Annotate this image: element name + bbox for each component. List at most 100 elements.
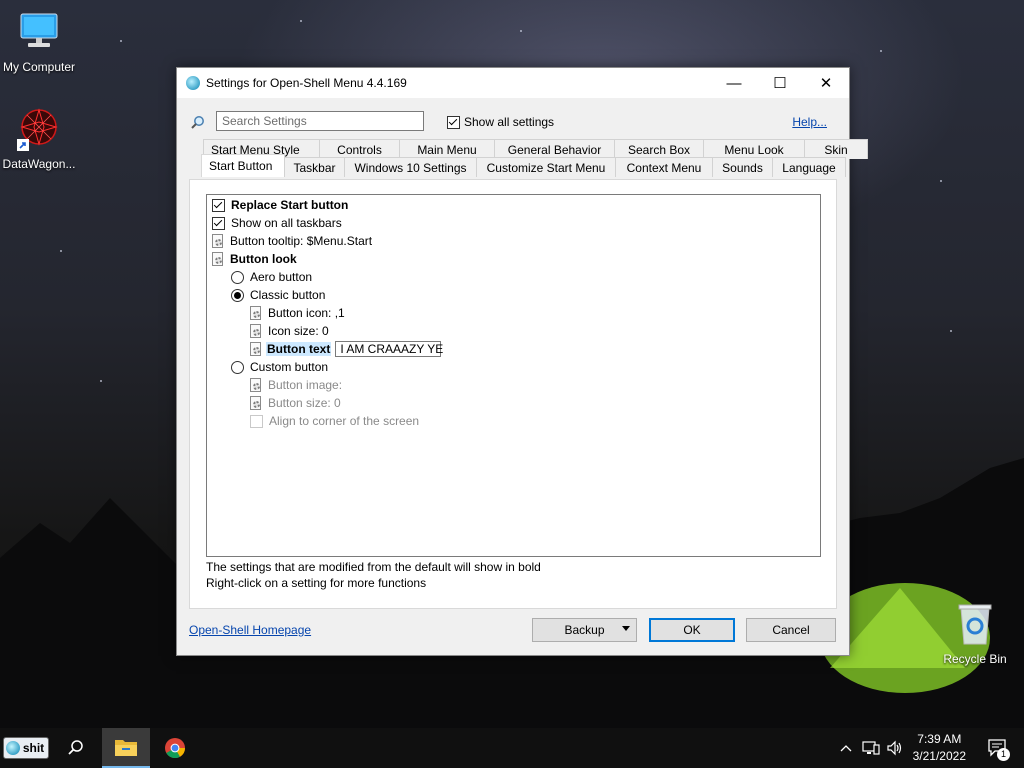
radio-unselected[interactable]: [231, 270, 244, 284]
action-center-button[interactable]: 1: [978, 728, 1018, 768]
cancel-button[interactable]: Cancel: [746, 618, 836, 642]
search-settings-input[interactable]: [216, 111, 424, 131]
start-button[interactable]: shit: [0, 728, 52, 768]
setting-label: Button size: 0: [268, 396, 341, 410]
tab-sounds[interactable]: Sounds: [712, 157, 773, 177]
backup-button-label: Backup: [564, 623, 605, 637]
search-icon: [68, 740, 83, 755]
setting-gear-icon: [249, 378, 262, 392]
tab-row-back: Start Menu Style Controls Main Menu Gene…: [203, 139, 868, 159]
setting-button-icon[interactable]: Button icon: ,1: [249, 304, 345, 322]
setting-show-on-all-taskbars[interactable]: Show on all taskbars: [212, 214, 342, 232]
setting-classic-button[interactable]: Classic button: [231, 286, 325, 304]
setting-gear-icon: [249, 342, 262, 356]
taskbar-clock[interactable]: 7:39 AM 3/21/2022: [913, 731, 966, 765]
setting-icon-size[interactable]: Icon size: 0: [249, 322, 329, 340]
notification-count-badge: 1: [997, 748, 1010, 761]
star: [300, 20, 302, 22]
maximize-button[interactable]: ☐: [757, 68, 803, 98]
star: [520, 30, 522, 32]
setting-button-text[interactable]: Button text I AM CRAAAZY YE: [249, 340, 443, 358]
star: [120, 40, 122, 42]
desktop-icon-my-computer[interactable]: My Computer: [0, 8, 84, 74]
tab-start-button[interactable]: Start Button: [201, 154, 285, 177]
setting-gear-icon: [249, 324, 262, 338]
star: [940, 180, 942, 182]
bottom-bar: Open-Shell Homepage Backup OK Cancel: [189, 618, 837, 644]
tab-context-menu[interactable]: Context Menu: [615, 157, 713, 177]
settings-window: Settings for Open-Shell Menu 4.4.169 — ☐…: [176, 67, 868, 656]
show-hidden-icons-button[interactable]: [836, 728, 856, 768]
taskbar-file-explorer[interactable]: [102, 728, 150, 768]
backup-button[interactable]: Backup: [532, 618, 637, 642]
setting-button-tooltip[interactable]: Button tooltip: $Menu.Start: [211, 232, 372, 250]
title-bar[interactable]: Settings for Open-Shell Menu 4.4.169 — ☐…: [177, 68, 849, 98]
tab-language[interactable]: Language: [772, 157, 846, 177]
clock-date: 3/21/2022: [912, 749, 966, 763]
setting-align-to-corner: Align to corner of the screen: [250, 412, 419, 430]
tab-taskbar[interactable]: Taskbar: [284, 157, 345, 177]
star: [60, 250, 62, 252]
search-row: Show all settings Help...: [189, 110, 837, 134]
close-button[interactable]: ✕: [803, 68, 849, 98]
clock-time: 7:39 AM: [917, 732, 962, 746]
recycle-bin-icon: [951, 600, 999, 648]
setting-aero-button[interactable]: Aero button: [231, 268, 312, 286]
checkbox-checked[interactable]: [212, 198, 225, 212]
taskbar: shit 7:39 AM 3/21/2022 1: [0, 728, 1024, 768]
setting-gear-icon: [211, 252, 224, 266]
open-shell-homepage-link[interactable]: Open-Shell Homepage: [189, 623, 311, 637]
taskbar-chrome[interactable]: [152, 728, 198, 768]
datawagon-shortcut-icon: [15, 105, 63, 153]
setting-label: Aero button: [250, 270, 313, 284]
open-shell-orb-icon: [5, 741, 20, 755]
network-icon: [862, 741, 880, 755]
tab-controls[interactable]: Controls: [319, 139, 400, 159]
network-button[interactable]: [860, 728, 882, 768]
setting-label: Classic button: [250, 288, 326, 302]
setting-button-look[interactable]: Button look: [211, 250, 297, 268]
setting-label: Button look: [230, 252, 297, 266]
tab-skin[interactable]: Skin: [804, 139, 868, 159]
setting-gear-icon: [249, 306, 262, 320]
chrome-icon: [165, 738, 186, 759]
minimize-button[interactable]: —: [711, 68, 757, 98]
ok-button[interactable]: OK: [649, 618, 735, 642]
setting-gear-icon: [249, 396, 262, 410]
computer-icon: [15, 8, 63, 56]
setting-label: Replace Start button: [231, 198, 349, 212]
settings-tree[interactable]: Replace Start button Show on all taskbar…: [206, 194, 821, 557]
desktop-icon-datawagon[interactable]: DataWagon...: [0, 105, 84, 171]
hint-bold-modified: The settings that are modified from the …: [206, 560, 541, 574]
tab-row-front: Start Button Taskbar Windows 10 Settings…: [201, 154, 846, 177]
setting-gear-icon: [211, 234, 224, 248]
desktop-icon-label: DataWagon...: [2, 157, 76, 171]
volume-button[interactable]: [884, 728, 906, 768]
start-button-pill: shit: [2, 737, 50, 759]
radio-selected[interactable]: [231, 288, 244, 302]
search-icon: [191, 116, 204, 129]
tab-search-box[interactable]: Search Box: [614, 139, 704, 159]
open-shell-icon: [186, 76, 200, 90]
setting-custom-button[interactable]: Custom button: [231, 358, 328, 376]
tab-strip: Start Menu Style Controls Main Menu Gene…: [189, 136, 868, 180]
checkbox-checked[interactable]: [212, 216, 225, 230]
radio-unselected[interactable]: [231, 360, 244, 374]
tab-general-behavior[interactable]: General Behavior: [494, 139, 615, 159]
desktop-icon-recycle-bin[interactable]: Recycle Bin: [930, 600, 1020, 666]
tab-windows-10-settings[interactable]: Windows 10 Settings: [344, 157, 477, 177]
button-text-edit-field[interactable]: I AM CRAAAZY YE: [335, 341, 443, 357]
tab-customize-start-menu[interactable]: Customize Start Menu: [476, 157, 616, 177]
taskbar-search-button[interactable]: [54, 728, 98, 768]
help-link[interactable]: Help...: [792, 115, 827, 129]
tab-main-menu[interactable]: Main Menu: [399, 139, 495, 159]
tab-menu-look[interactable]: Menu Look: [703, 139, 805, 159]
desktop-icon-label: My Computer: [2, 60, 76, 74]
checkbox-checked[interactable]: [447, 115, 460, 129]
setting-label: Button image:: [268, 378, 343, 392]
setting-replace-start-button[interactable]: Replace Start button: [212, 196, 348, 214]
caption-buttons: — ☐ ✕: [711, 68, 849, 98]
hint-right-click: Right-click on a setting for more functi…: [206, 576, 427, 590]
show-all-settings-checkbox[interactable]: Show all settings: [447, 115, 554, 129]
setting-label: Custom button: [250, 360, 329, 374]
